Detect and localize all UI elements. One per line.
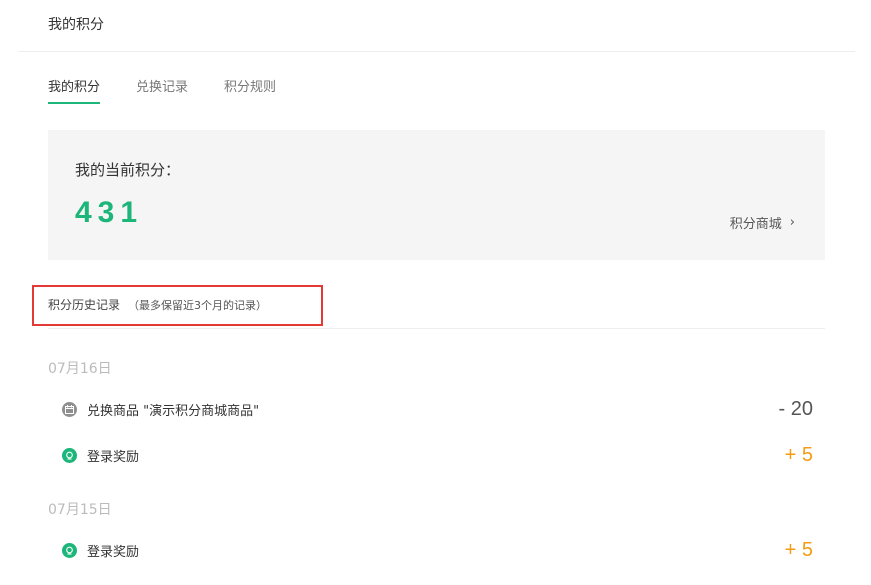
- login-reward-icon: [62, 543, 77, 558]
- history-record: 兑换商品 "演示积分商城商品" - 20: [62, 398, 813, 421]
- record-delta: - 20: [778, 398, 813, 420]
- header-divider: [18, 51, 855, 52]
- tab-points-rules[interactable]: 积分规则: [224, 76, 276, 104]
- history-date: 07月16日: [48, 361, 112, 377]
- history-date: 07月15日: [48, 502, 112, 518]
- record-description: 兑换商品 "演示积分商城商品": [87, 404, 260, 419]
- tab-my-points[interactable]: 我的积分: [48, 76, 101, 104]
- history-record: 登录奖励 + 5: [62, 539, 813, 562]
- calendar-icon: [62, 402, 77, 417]
- record-description: 登录奖励: [87, 545, 140, 560]
- points-value: 431: [75, 196, 144, 229]
- points-mall-link[interactable]: 积分商城 ›: [730, 213, 795, 232]
- points-label: 我的当前积分：: [75, 161, 181, 179]
- chevron-right-icon: ›: [789, 215, 795, 230]
- record-description: 登录奖励: [87, 450, 140, 465]
- history-divider: [48, 328, 825, 329]
- points-mall-label: 积分商城: [729, 217, 782, 232]
- login-reward-icon: [62, 448, 77, 463]
- tab-bar: 我的积分 兑换记录 积分规则: [48, 76, 276, 104]
- page-title: 我的积分: [48, 17, 104, 33]
- record-delta: + 5: [784, 444, 813, 466]
- history-record: 登录奖励 + 5: [62, 444, 813, 467]
- tab-exchange-records[interactable]: 兑换记录: [136, 76, 188, 104]
- highlight-annotation-box: [32, 285, 323, 326]
- record-delta: + 5: [784, 539, 813, 561]
- points-summary-card: 我的当前积分： 431 积分商城 ›: [48, 130, 825, 260]
